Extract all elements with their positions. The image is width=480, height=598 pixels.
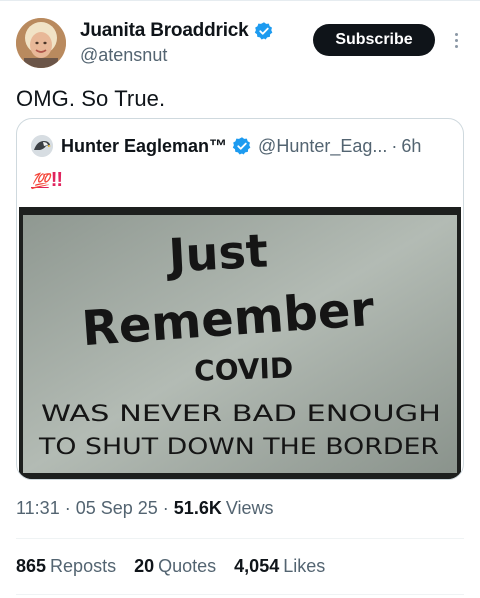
views-label: Views <box>225 498 274 518</box>
quotes-stat[interactable]: 20 Quotes <box>134 556 216 577</box>
quoted-tweet-text: 💯 !! <box>31 169 63 192</box>
quoted-tweet-card[interactable]: Hunter Eagleman™ @Hunter_Eag... · 6h 💯 !… <box>16 118 464 480</box>
reposts-stat[interactable]: 865 Reposts <box>16 556 116 577</box>
tweet-time[interactable]: 11:31 <box>16 498 60 519</box>
image-text-just: Just <box>164 223 269 282</box>
hundred-points-emoji: 💯 <box>31 172 50 190</box>
quoted-author-name[interactable]: Hunter Eagleman™ <box>61 136 227 157</box>
image-text-line5: TO SHUT DOWN THE BORDER <box>38 435 439 460</box>
quoted-separator-dot: · <box>391 135 398 156</box>
top-divider <box>0 0 480 1</box>
likes-count: 4,054 <box>234 556 280 576</box>
quoted-tweet-image[interactable]: Just Remember COVID WAS NEVER BAD ENOUGH… <box>19 207 461 479</box>
quoted-author-avatar[interactable] <box>31 135 53 157</box>
likes-label: Likes <box>283 556 326 576</box>
engagement-stats: 865 Reposts 20 Quotes 4,054 Likes <box>16 556 343 577</box>
quotes-label: Quotes <box>158 556 217 576</box>
quoted-verified-badge-icon <box>232 136 252 156</box>
author-display-name[interactable]: Juanita Broaddrick <box>80 20 249 42</box>
author-name-row: Juanita Broaddrick <box>80 20 274 42</box>
tweet-text: OMG. So True. <box>16 86 166 111</box>
author-avatar[interactable] <box>16 18 66 68</box>
quoted-author-handle[interactable]: @Hunter_Eag... <box>258 136 387 157</box>
stats-divider-top <box>16 538 464 539</box>
tweet-date[interactable]: 05 Sep 25 <box>76 498 158 519</box>
views-count: 51.6K <box>173 498 222 518</box>
author-handle[interactable]: @atensnut <box>80 45 167 66</box>
stats-divider-bottom <box>16 594 464 595</box>
quoted-timestamp[interactable]: 6h <box>401 136 421 157</box>
double-exclamation-emoji: !! <box>50 169 63 191</box>
verified-badge-icon <box>254 21 274 41</box>
meta-separator-dot: · <box>64 498 71 518</box>
reposts-label: Reposts <box>50 556 117 576</box>
likes-stat[interactable]: 4,054 Likes <box>234 556 325 577</box>
tweet-meta: 11:31 · 05 Sep 25 · 51.6K Views <box>16 498 274 519</box>
meta-separator-dot: · <box>162 498 169 518</box>
quotes-count: 20 <box>134 556 155 576</box>
more-options-icon[interactable] <box>450 26 462 54</box>
subscribe-button[interactable]: Subscribe <box>313 24 435 56</box>
image-text-covid: COVID <box>194 351 294 387</box>
image-text-line4: WAS NEVER BAD ENOUGH <box>41 402 441 427</box>
reposts-count: 865 <box>16 556 47 576</box>
quoted-tweet-header: Hunter Eagleman™ @Hunter_Eag... · 6h <box>31 135 421 157</box>
tweet-header: Juanita Broaddrick @atensnut Subscribe <box>16 14 466 72</box>
